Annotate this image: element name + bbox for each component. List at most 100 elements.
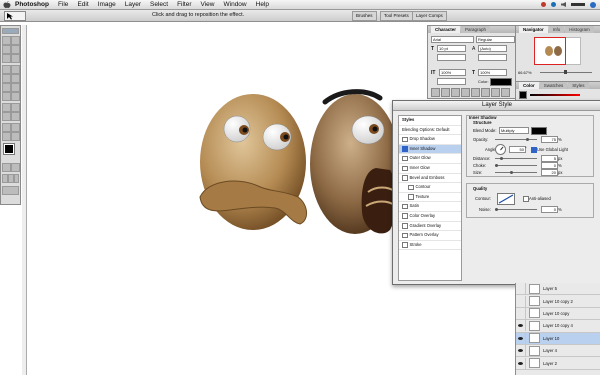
leading-field[interactable]: (Auto): [478, 45, 507, 52]
canvas-artwork[interactable]: [190, 82, 400, 252]
distance-slider-thumb[interactable]: [500, 157, 503, 160]
menu-select[interactable]: Select: [150, 1, 168, 8]
quick-mask-mode-icon[interactable]: [11, 163, 20, 172]
vertical-scale-field[interactable]: 100%: [439, 69, 466, 76]
tab-color[interactable]: Color: [519, 82, 539, 89]
tab-histogram[interactable]: Histogram: [565, 26, 594, 33]
layer-visibility-eye-icon[interactable]: [516, 357, 526, 369]
tab-swatches[interactable]: Swatches: [539, 82, 568, 89]
noise-slider-thumb[interactable]: [495, 208, 498, 211]
layer-visibility-eye-icon[interactable]: [516, 320, 526, 332]
style-item[interactable]: Inner Glow: [399, 164, 461, 174]
screen-mode-full-icon[interactable]: [14, 174, 19, 183]
opacity-slider[interactable]: [495, 139, 537, 140]
layer-row[interactable]: Layer 10 copy 2: [516, 295, 600, 308]
superscript-icon[interactable]: [471, 88, 480, 97]
well-layer-comps[interactable]: Layer Comps: [412, 11, 447, 21]
tab-navigator[interactable]: Navigator: [519, 26, 548, 33]
eraser-tool-icon[interactable]: [2, 83, 11, 92]
notes-tool-icon[interactable]: [2, 123, 11, 132]
faux-bold-icon[interactable]: [431, 88, 440, 97]
brush-tool-icon[interactable]: [11, 65, 20, 74]
menu-extra-icon[interactable]: [551, 2, 556, 7]
dodge-tool-icon[interactable]: [11, 92, 20, 101]
pen-tool-icon[interactable]: [2, 112, 11, 121]
style-checkbox[interactable]: [402, 203, 408, 210]
opacity-field[interactable]: 75: [541, 136, 558, 143]
menu-image[interactable]: Image: [98, 1, 116, 8]
opacity-slider-thumb[interactable]: [526, 138, 529, 141]
strikethrough-icon[interactable]: [501, 88, 510, 97]
size-slider[interactable]: [495, 172, 537, 173]
magic-wand-tool-icon[interactable]: [11, 45, 20, 54]
adobe-online-icon[interactable]: [2, 28, 19, 34]
apple-icon[interactable]: [3, 0, 11, 9]
jump-to-imageready-icon[interactable]: [2, 186, 19, 195]
tab-paragraph[interactable]: Paragraph: [461, 26, 491, 33]
style-item[interactable]: Inner Shadow: [399, 144, 461, 155]
menu-edit[interactable]: Edit: [77, 1, 88, 8]
subscript-icon[interactable]: [481, 88, 490, 97]
layer-row[interactable]: Layer 10: [516, 332, 600, 345]
global-light-checkbox[interactable]: [531, 147, 537, 153]
style-checkbox[interactable]: [402, 232, 408, 239]
style-checkbox[interactable]: [402, 175, 408, 181]
font-size-field[interactable]: 10 pt: [437, 45, 466, 52]
style-checkbox[interactable]: [402, 213, 408, 219]
layer-row[interactable]: Layer 5: [516, 283, 600, 296]
style-checkbox[interactable]: [402, 155, 408, 162]
kerning-field[interactable]: [437, 54, 466, 61]
tab-styles[interactable]: Styles: [568, 82, 589, 89]
choke-slider[interactable]: [495, 165, 537, 166]
horizontal-scale-field[interactable]: 100%: [478, 69, 507, 76]
volume-icon[interactable]: [561, 2, 566, 7]
gradient-tool-icon[interactable]: [11, 83, 20, 92]
all-caps-icon[interactable]: [451, 88, 460, 97]
angle-field[interactable]: 50: [509, 146, 526, 153]
style-item[interactable]: Texture: [399, 193, 461, 203]
small-caps-icon[interactable]: [461, 88, 470, 97]
faux-italic-icon[interactable]: [441, 88, 450, 97]
noise-field[interactable]: 0: [541, 206, 558, 213]
style-checkbox[interactable]: [402, 223, 408, 229]
color-red-slider[interactable]: [530, 94, 580, 96]
style-checkbox[interactable]: [408, 194, 414, 200]
spotlight-icon[interactable]: [590, 1, 596, 8]
menu-extra-icon[interactable]: [541, 2, 546, 7]
style-checkbox[interactable]: [402, 242, 408, 248]
style-item[interactable]: Satin: [399, 202, 461, 212]
menu-photoshop[interactable]: Photoshop: [15, 1, 49, 8]
style-item[interactable]: Pattern Overlay: [399, 231, 461, 241]
menu-layer[interactable]: Layer: [125, 1, 141, 8]
well-tool-presets[interactable]: Tool Presets: [380, 11, 413, 21]
style-item[interactable]: Contour: [399, 183, 461, 193]
layer-row[interactable]: Layer 10 copy: [516, 307, 600, 321]
tool-preset-picker[interactable]: [4, 11, 26, 21]
clock-icon[interactable]: [571, 3, 585, 6]
menu-view[interactable]: View: [201, 1, 215, 8]
noise-slider[interactable]: [495, 209, 537, 210]
styles-header[interactable]: Styles: [399, 116, 461, 126]
history-brush-tool-icon[interactable]: [11, 74, 20, 83]
layer-row[interactable]: Layer 10 copy 4: [516, 320, 600, 333]
menu-window[interactable]: Window: [224, 1, 247, 8]
tracking-field[interactable]: [478, 54, 507, 61]
font-family-select[interactable]: Arial: [431, 36, 474, 43]
blend-mode-select[interactable]: Multiply: [499, 127, 529, 134]
distance-field[interactable]: 5: [541, 155, 558, 162]
well-brushes[interactable]: Brushes: [352, 11, 377, 21]
color-fg-swatch[interactable]: [519, 91, 527, 99]
zoom-percentage[interactable]: 66.67%: [518, 70, 532, 75]
choke-slider-thumb[interactable]: [495, 164, 498, 167]
layer-row[interactable]: Layer 4: [516, 345, 600, 358]
eyedropper-tool-icon[interactable]: [11, 123, 20, 132]
contour-picker[interactable]: [497, 193, 515, 205]
zoom-slider-thumb[interactable]: [564, 70, 567, 74]
style-checkbox[interactable]: [402, 146, 408, 152]
hand-tool-icon[interactable]: [2, 132, 11, 141]
healing-brush-tool-icon[interactable]: [2, 65, 11, 74]
blur-tool-icon[interactable]: [2, 92, 11, 101]
crop-tool-icon[interactable]: [2, 54, 11, 63]
clone-stamp-tool-icon[interactable]: [2, 74, 11, 83]
shadow-color-swatch[interactable]: [531, 127, 547, 135]
